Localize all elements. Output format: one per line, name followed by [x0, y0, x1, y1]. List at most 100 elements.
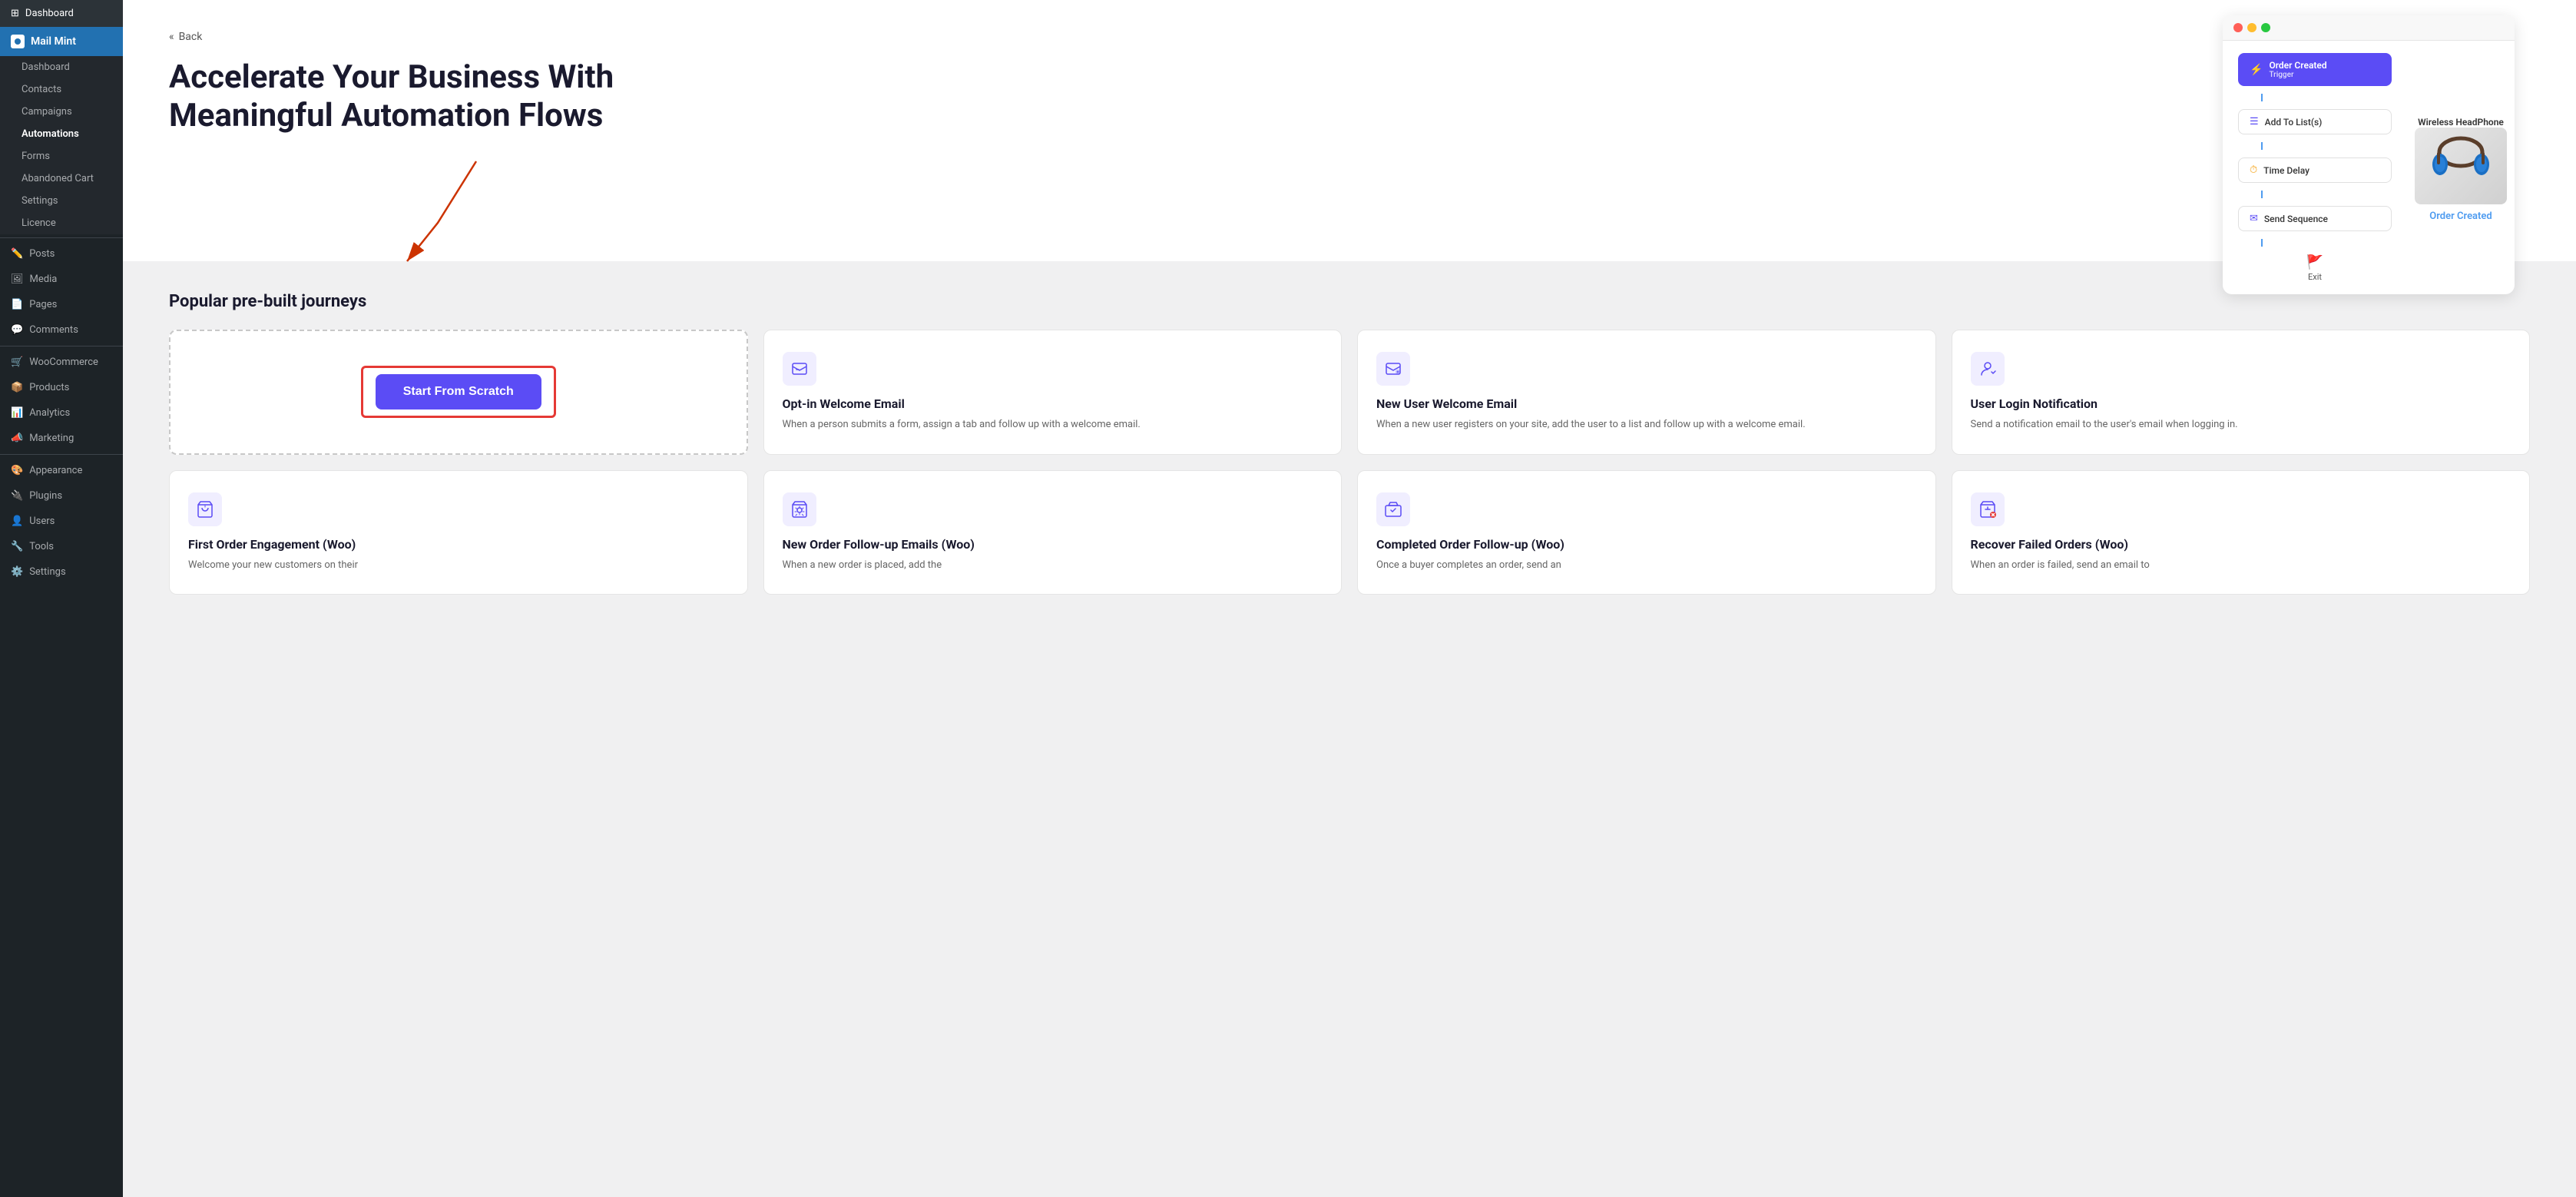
- trigger-text: Order Created Trigger: [2269, 60, 2326, 79]
- submenu-licence-label: Licence: [22, 217, 56, 229]
- sidebar-item-analytics[interactable]: 📊 Analytics: [0, 400, 123, 426]
- completed-icon-svg: [1384, 500, 1402, 519]
- journey-card-firstorder[interactable]: First Order Engagement (Woo) Welcome you…: [169, 470, 748, 595]
- back-link[interactable]: « Back: [169, 31, 2530, 43]
- sidebar-submenu-campaigns[interactable]: Campaigns: [0, 101, 123, 123]
- submenu-forms-label: Forms: [22, 151, 50, 162]
- sidebar-item-woocommerce[interactable]: 🛒 WooCommerce: [0, 350, 123, 375]
- scratch-outline: Start From Scratch: [361, 366, 556, 418]
- tools-icon: 🔧: [11, 541, 23, 552]
- sidebar-item-pages[interactable]: 📄 Pages: [0, 292, 123, 317]
- journey-card-optin[interactable]: Opt-in Welcome Email When a person submi…: [763, 330, 1343, 455]
- firstorder-card-icon: [188, 492, 222, 526]
- sidebar-submenu-contacts[interactable]: Contacts: [0, 78, 123, 101]
- titlebar-dot-red: [2233, 23, 2243, 32]
- login-card-desc: Send a notification email to the user's …: [1971, 417, 2511, 433]
- completed-card-title: Completed Order Follow-up (Woo): [1376, 537, 1917, 552]
- sidebar-submenu-forms[interactable]: Forms: [0, 145, 123, 167]
- newuser-card-title: New User Welcome Email: [1376, 396, 1917, 411]
- section-title: Popular pre-built journeys: [169, 292, 2530, 311]
- journey-card-failed[interactable]: Recover Failed Orders (Woo) When an orde…: [1952, 470, 2531, 595]
- submenu-contacts-label: Contacts: [22, 84, 61, 95]
- sidebar-item-users[interactable]: 👤 Users: [0, 509, 123, 534]
- users-label: Users: [29, 516, 55, 527]
- sidebar-divider-1: [0, 237, 123, 238]
- neworder-card-desc: When a new order is placed, add the: [783, 558, 1323, 573]
- mailmint-label: Mail Mint: [31, 35, 76, 48]
- sidebar-dashboard-top-label: Dashboard: [25, 8, 74, 19]
- submenu-settings-label: Settings: [22, 195, 58, 207]
- flow-node-trigger: ⚡ Order Created Trigger: [2238, 53, 2392, 86]
- settings-wp-label: Settings: [29, 566, 65, 578]
- preview-titlebar: [2223, 15, 2515, 41]
- preview-content: ⚡ Order Created Trigger ☰ Add To List(s): [2223, 41, 2515, 294]
- appearance-label: Appearance: [29, 465, 82, 476]
- titlebar-dot-green: [2261, 23, 2270, 32]
- sidebar-item-media[interactable]: 🖼 Media: [0, 267, 123, 292]
- media-icon: 🖼: [11, 274, 24, 285]
- sidebar-item-posts[interactable]: ✏️ Posts: [0, 241, 123, 267]
- preview-image-section: Wireless HeadPhone: [2407, 41, 2515, 294]
- sidebar-item-settings-wp[interactable]: ⚙️ Settings: [0, 559, 123, 585]
- neworder-card-title: New Order Follow-up Emails (Woo): [783, 537, 1323, 552]
- sidebar-submenu-automations[interactable]: Automations: [0, 123, 123, 145]
- submenu-abandoned-cart-label: Abandoned Cart: [22, 173, 94, 184]
- sidebar-item-marketing[interactable]: 📣 Marketing: [0, 426, 123, 451]
- sidebar-item-tools[interactable]: 🔧 Tools: [0, 534, 123, 559]
- automation-preview-card: ⚡ Order Created Trigger ☰ Add To List(s): [2223, 15, 2515, 294]
- flow-node-sequence: ✉ Send Sequence: [2238, 206, 2392, 231]
- neworder-card-icon: [783, 492, 816, 526]
- products-icon: 📦: [11, 382, 23, 393]
- optin-card-icon: [783, 352, 816, 386]
- journey-card-neworder[interactable]: New Order Follow-up Emails (Woo) When a …: [763, 470, 1343, 595]
- sidebar-submenu-dashboard[interactable]: Dashboard: [0, 56, 123, 78]
- sidebar-submenu-abandoned-cart[interactable]: Abandoned Cart: [0, 167, 123, 190]
- journey-card-login[interactable]: User Login Notification Send a notificat…: [1952, 330, 2531, 455]
- posts-icon: ✏️: [11, 248, 23, 260]
- failed-card-icon: [1971, 492, 2005, 526]
- sidebar-item-dashboard-top[interactable]: ⊞ Dashboard: [0, 0, 123, 27]
- optin-card-desc: When a person submits a form, assign a t…: [783, 417, 1323, 433]
- sidebar-submenu-licence[interactable]: Licence: [0, 212, 123, 234]
- completed-card-icon: [1376, 492, 1410, 526]
- completed-card-desc: Once a buyer completes an order, send an: [1376, 558, 1917, 573]
- appearance-icon: 🎨: [11, 465, 23, 476]
- sidebar-item-products[interactable]: 📦 Products: [0, 375, 123, 400]
- login-card-icon: [1971, 352, 2005, 386]
- marketing-icon: 📣: [11, 433, 23, 444]
- plugins-icon: 🔌: [11, 490, 23, 502]
- sidebar-submenu-settings[interactable]: Settings: [0, 190, 123, 212]
- submenu-automations-label: Automations: [22, 128, 79, 140]
- journey-card-completed[interactable]: Completed Order Follow-up (Woo) Once a b…: [1357, 470, 1936, 595]
- flow-connector-2: [2261, 142, 2263, 150]
- main-content: « Back Accelerate Your Business With Mea…: [123, 0, 2576, 1197]
- sidebar-item-comments[interactable]: 💬 Comments: [0, 317, 123, 343]
- sidebar-item-plugins[interactable]: 🔌 Plugins: [0, 483, 123, 509]
- popular-section: Popular pre-built journeys Start From Sc…: [123, 261, 2576, 625]
- sidebar-item-mailmint[interactable]: Mail Mint: [0, 27, 123, 56]
- start-from-scratch-button[interactable]: Start From Scratch: [376, 374, 541, 410]
- dashboard-top-icon: ⊞: [11, 8, 19, 19]
- newuser-card-icon: [1376, 352, 1410, 386]
- failed-icon-svg: [1978, 500, 1997, 519]
- sidebar-item-appearance[interactable]: 🎨 Appearance: [0, 458, 123, 483]
- hero-title: Accelerate Your Business With Meaningful…: [169, 58, 707, 136]
- pages-icon: 📄: [11, 299, 23, 310]
- firstorder-card-title: First Order Engagement (Woo): [188, 537, 729, 552]
- marketing-label: Marketing: [29, 433, 74, 444]
- analytics-label: Analytics: [29, 407, 70, 419]
- sidebar: ⊞ Dashboard Mail Mint Dashboard Contacts…: [0, 0, 123, 1197]
- submenu-dashboard-label: Dashboard: [22, 61, 70, 73]
- media-label: Media: [30, 274, 58, 285]
- trigger-sublabel: Trigger: [2269, 71, 2326, 79]
- plugins-label: Plugins: [29, 490, 62, 502]
- exit-label: Exit: [2308, 272, 2322, 282]
- headphone-svg: [2426, 135, 2495, 197]
- start-from-scratch-card[interactable]: Start From Scratch: [169, 330, 748, 455]
- sidebar-submenu: Dashboard Contacts Campaigns Automations…: [0, 56, 123, 234]
- firstorder-card-desc: Welcome your new customers on their: [188, 558, 729, 573]
- comments-label: Comments: [29, 324, 78, 336]
- users-icon: 👤: [11, 516, 23, 527]
- optin-card-title: Opt-in Welcome Email: [783, 396, 1323, 411]
- journey-card-newuser[interactable]: New User Welcome Email When a new user r…: [1357, 330, 1936, 455]
